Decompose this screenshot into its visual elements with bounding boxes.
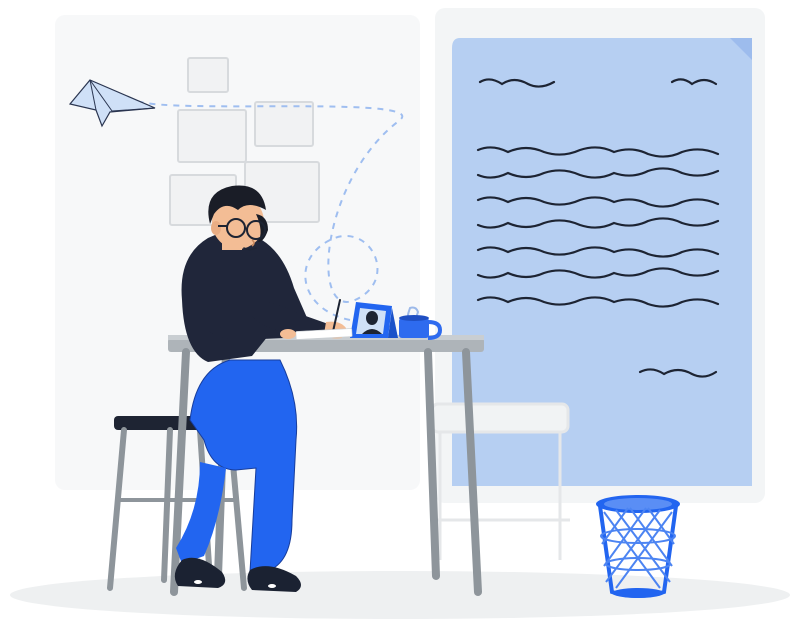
letter-writing-illustration: [0, 0, 800, 623]
floor-shadow: [10, 571, 790, 619]
photo-frame-icon: [350, 302, 398, 338]
shoe-right: [247, 566, 301, 592]
